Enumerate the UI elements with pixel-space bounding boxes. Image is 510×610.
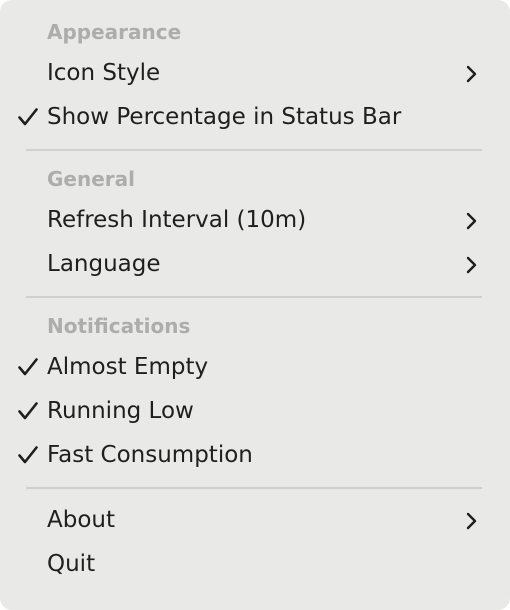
chevron-right-icon — [466, 51, 480, 95]
section-header-notifications: Notifications — [47, 314, 191, 338]
context-menu: Appearance Icon Style Show Percentage in… — [0, 0, 510, 610]
chevron-right-icon — [466, 242, 480, 286]
menu-item-label: Almost Empty — [47, 354, 209, 380]
menu-item-label: About — [47, 507, 116, 533]
menu-item-about[interactable]: About — [0, 498, 510, 542]
menu-item-label: Show Percentage in Status Bar — [47, 104, 402, 130]
menu-item-label: Quit — [47, 551, 96, 577]
section-header-general: General — [47, 167, 135, 191]
menu-item-label: Refresh Interval (10m) — [47, 207, 307, 233]
menu-item-show-percentage[interactable]: Show Percentage in Status Bar — [0, 95, 510, 139]
checkmark-icon — [17, 433, 41, 477]
menu-item-label: Running Low — [47, 398, 194, 424]
checkmark-icon — [17, 95, 41, 139]
menu-separator — [0, 286, 510, 307]
menu-item-label: Icon Style — [47, 60, 161, 86]
menu-item-label: Fast Consumption — [47, 442, 253, 468]
menu-item-running-low[interactable]: Running Low — [0, 389, 510, 433]
menu-item-almost-empty[interactable]: Almost Empty — [0, 345, 510, 389]
menu-separator — [0, 477, 510, 498]
chevron-right-icon — [466, 498, 480, 542]
menu-item-fast-consumption[interactable]: Fast Consumption — [0, 433, 510, 477]
checkmark-icon — [17, 345, 41, 389]
section-header-appearance: Appearance — [47, 20, 182, 44]
menu-item-label: Language — [47, 251, 161, 277]
menu-item-language[interactable]: Language — [0, 242, 510, 286]
menu-item-icon-style[interactable]: Icon Style — [0, 51, 510, 95]
checkmark-icon — [17, 389, 41, 433]
menu-item-quit[interactable]: Quit — [0, 542, 510, 586]
menu-item-refresh-interval[interactable]: Refresh Interval (10m) — [0, 198, 510, 242]
menu-separator — [0, 139, 510, 160]
chevron-right-icon — [466, 198, 480, 242]
